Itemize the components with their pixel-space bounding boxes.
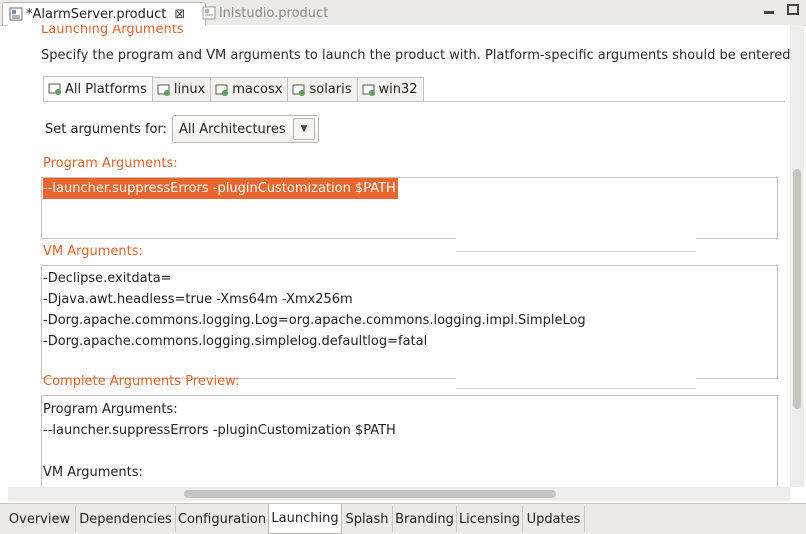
tab-licensing[interactable]: Licensing (457, 506, 523, 532)
tab-label: linux (173, 82, 206, 97)
chevron-down-icon[interactable]: ▼ (293, 118, 315, 140)
sash-handle[interactable] (456, 374, 696, 389)
editor-tab-bar: *AlarmServer.product ⊠ lnlstudio.product (0, 0, 806, 26)
tab-label: macosx (232, 82, 283, 97)
platform-icon (157, 84, 170, 96)
tab-branding[interactable]: Branding (393, 506, 457, 532)
vm-args-line: -Declipse.exitdata= (43, 271, 172, 286)
section-description: Specify the program and VM arguments to … (41, 48, 790, 63)
product-file-icon (9, 7, 23, 21)
vm-args-line: -Dorg.apache.commons.logging.simplelog.d… (43, 334, 428, 349)
program-args-label: Program Arguments: (43, 156, 178, 171)
tab-linux[interactable]: linux (151, 77, 212, 101)
architecture-select[interactable]: All Architectures ▼ (172, 115, 319, 143)
horizontal-scrollbar[interactable] (8, 487, 790, 501)
platform-icon (362, 84, 375, 96)
tab-label: win32 (378, 82, 418, 97)
close-icon[interactable]: ⊠ (174, 7, 185, 22)
tab-label: solaris (309, 82, 352, 97)
preview-line: --launcher.suppressErrors -pluginCustomi… (43, 423, 396, 438)
sash-handle[interactable] (456, 237, 696, 252)
preview-line: VM Arguments: (43, 465, 143, 480)
tab-all-platforms[interactable]: All Platforms (43, 76, 153, 101)
minimize-icon[interactable] (762, 4, 776, 16)
vm-args-label: VM Arguments: (43, 244, 143, 259)
editor-tab-lnlstudio[interactable]: lnlstudio.product (196, 2, 334, 24)
tab-solaris[interactable]: solaris (287, 77, 358, 101)
scrollbar-thumb[interactable] (184, 490, 556, 498)
set-args-label: Set arguments for: (45, 122, 167, 137)
scrollbar-thumb[interactable] (793, 169, 801, 409)
preview-label: Complete Arguments Preview: (43, 374, 240, 389)
tab-label: All Platforms (65, 81, 147, 97)
editor-page-tabs: Overview Dependencies Configuration Laun… (0, 503, 806, 534)
tab-splash[interactable]: Splash (342, 506, 393, 532)
editor-tab-label: lnlstudio.product (219, 5, 329, 21)
vm-args-line: -Djava.awt.headless=true -Xms64m -Xmx256… (43, 292, 353, 307)
tab-divider (43, 101, 785, 102)
platform-tabs: All Platforms linux macosx solaris win32 (43, 76, 424, 101)
editor-tab-label: *AlarmServer.product (26, 6, 167, 22)
vm-args-line: -Dorg.apache.commons.logging.Log=org.apa… (43, 313, 586, 328)
tab-dependencies[interactable]: Dependencies (76, 506, 176, 532)
tab-launching[interactable]: Launching (268, 504, 342, 534)
preview-line: Program Arguments: (43, 402, 178, 417)
vertical-scrollbar[interactable] (790, 25, 804, 487)
section-title: Launching Arguments (41, 25, 184, 37)
tab-macosx[interactable]: macosx (210, 77, 289, 101)
preview-line (42, 441, 777, 462)
product-file-icon (202, 6, 216, 20)
editor-tab-alarmserver[interactable]: *AlarmServer.product ⊠ (2, 2, 206, 25)
platform-icon (215, 84, 229, 96)
program-args-line: --launcher.suppressErrors -pluginCustomi… (43, 178, 398, 199)
maximize-icon[interactable] (786, 4, 800, 16)
launching-page: Launching Arguments Specify the program … (8, 25, 790, 487)
platform-icon (292, 84, 306, 96)
vm-args-field[interactable]: -Declipse.exitdata= -Djava.awt.headless=… (41, 265, 778, 379)
tab-updates[interactable]: Updates (523, 506, 585, 532)
architecture-select-value: All Architectures (179, 121, 286, 137)
platform-icon (48, 83, 61, 95)
tab-win32[interactable]: win32 (356, 77, 424, 101)
tab-configuration[interactable]: Configuration (176, 506, 269, 532)
program-args-field[interactable]: --launcher.suppressErrors -pluginCustomi… (41, 177, 778, 239)
preview-field[interactable]: Program Arguments: --launcher.suppressEr… (41, 395, 778, 487)
tab-overview[interactable]: Overview (4, 506, 76, 532)
